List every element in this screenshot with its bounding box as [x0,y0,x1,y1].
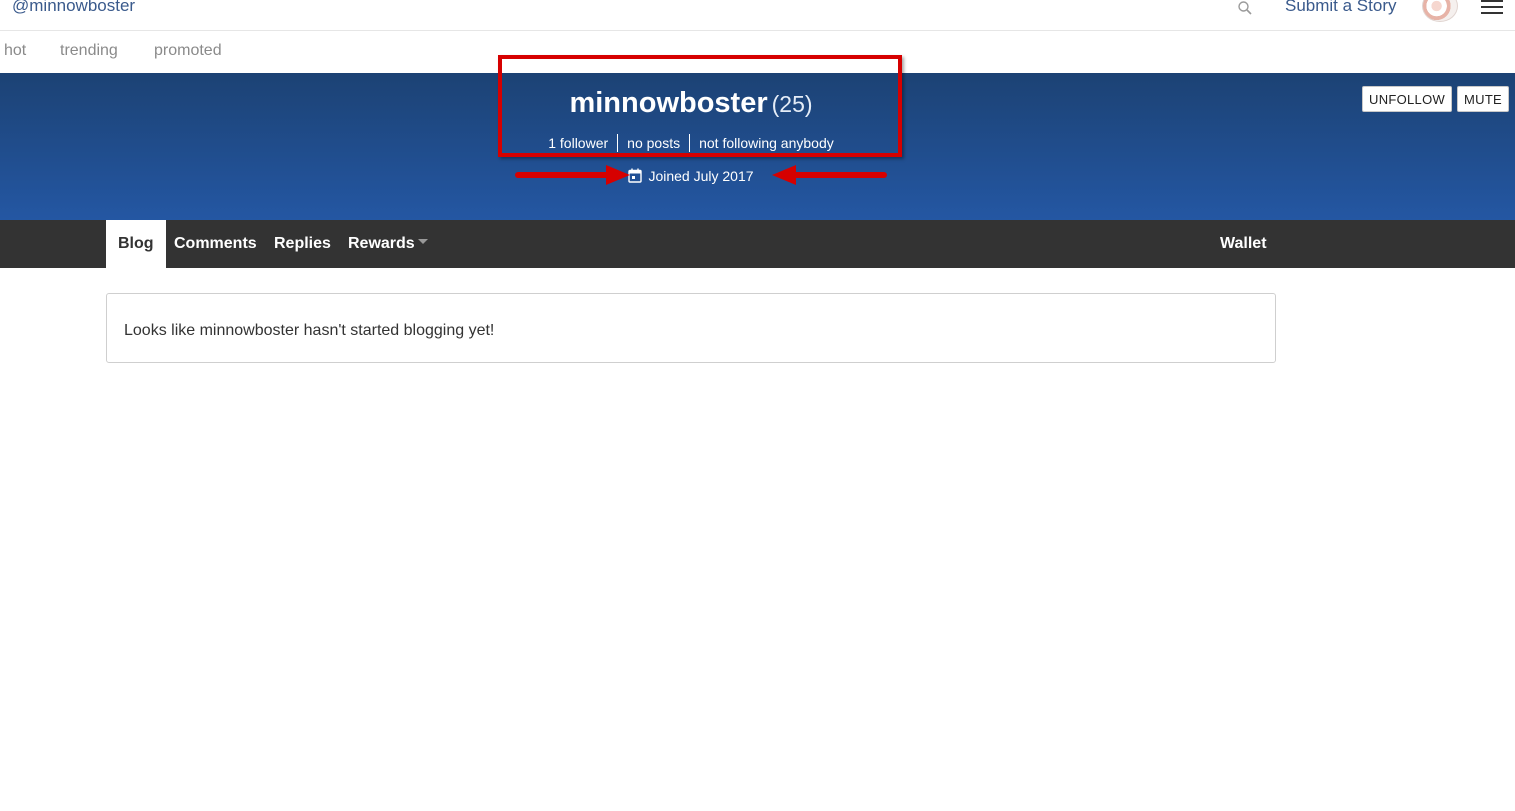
submit-story-link[interactable]: Submit a Story [1285,0,1397,16]
tab-replies[interactable]: Replies [274,220,331,268]
top-header: @minnowboster Submit a Story [0,0,1515,31]
sort-tab-hot[interactable]: hot [4,42,26,60]
tab-blog[interactable]: Blog [106,220,166,268]
sort-tab-promoted[interactable]: promoted [154,42,222,60]
joined-text: Joined July 2017 [648,168,754,184]
chevron-down-icon [417,239,428,244]
empty-blog-message: Looks like minnowboster hasn't started b… [124,322,495,339]
tab-rewards-label: Rewards [348,235,415,252]
unfollow-button[interactable]: UNFOLLOW [1362,86,1453,112]
username-link[interactable]: @minnowboster [12,0,135,16]
profile-nav: Blog Comments Replies Rewards Wallet [0,220,1515,268]
calendar-icon [628,168,643,183]
tab-rewards[interactable]: Rewards [348,220,428,268]
profile-banner: minnowboster (25) 1 follower no posts not f… [0,55,1515,220]
empty-blog-card: Looks like minnowboster hasn't started b… [106,293,1276,363]
annotation-highlight-box [498,55,902,157]
sort-tab-trending[interactable]: trending [60,42,118,60]
hamburger-menu-icon[interactable] [1481,0,1503,16]
tab-wallet[interactable]: Wallet [1220,220,1267,268]
tab-comments[interactable]: Comments [174,220,257,268]
search-icon[interactable] [1237,0,1253,16]
user-avatar[interactable] [1422,0,1458,22]
joined-date: Joined July 2017 [0,168,1382,184]
mute-button[interactable]: MUTE [1457,86,1510,112]
